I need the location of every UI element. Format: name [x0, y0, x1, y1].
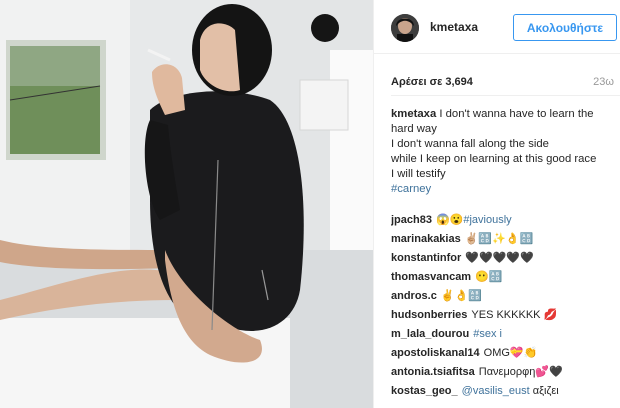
comment-tag[interactable]: #sex i — [473, 328, 502, 340]
comment: kostas_geo_ @vasilis_eust αξιζει — [391, 382, 617, 401]
comment-username[interactable]: apostoliskanal14 — [391, 347, 480, 359]
caption-line: I will testify — [391, 168, 446, 180]
avatar-image — [391, 14, 419, 42]
comment-text: 🖤🖤🖤🖤🖤 — [465, 252, 534, 264]
caption-username[interactable]: kmetaxa — [391, 108, 436, 120]
comment-text: ✌🏼🔠✨👌🔠 — [464, 233, 534, 245]
comment-username[interactable]: jpach83 — [391, 214, 432, 226]
comment-text: αξιζει — [532, 385, 559, 397]
header-username[interactable]: kmetaxa — [430, 20, 478, 34]
likes-count[interactable]: Αρέσει σε 3,694 — [391, 76, 473, 88]
comment-username[interactable]: hudsonberries — [391, 309, 467, 321]
caption-line: I don't wanna fall along the side — [391, 138, 549, 150]
comment: thomasvancam 😶🔠 — [391, 268, 617, 287]
comment: andros.c ✌👌🔠 — [391, 287, 617, 306]
comment: m_lala_dourou #sex i — [391, 325, 617, 344]
caption-line: while I keep on learning at this good ra… — [391, 153, 597, 165]
comment-username[interactable]: thomasvancam — [391, 271, 471, 283]
avatar[interactable] — [391, 14, 419, 42]
follow-button[interactable]: Ακολουθήστε — [513, 14, 617, 41]
post-sidebar: kmetaxa Ακολουθήστε Αρέσει σε 3,694 23ω … — [373, 0, 620, 408]
comment: hudsonberries YES KKKKKK 💋 — [391, 306, 617, 325]
comment-text: YES KKKKKK 💋 — [471, 309, 558, 321]
comment-username[interactable]: andros.c — [391, 290, 437, 302]
comment-username[interactable]: konstantinfor — [391, 252, 461, 264]
comment: apostoliskanal14 OMG💝👏 — [391, 344, 617, 363]
comments-list: jpach83 😱😮#javiously marinakakias ✌🏼🔠✨👌🔠 k… — [391, 211, 617, 401]
comment-username[interactable]: marinakakias — [391, 233, 461, 245]
comment-tag[interactable]: @vasilis_eust — [462, 385, 530, 397]
post-time[interactable]: 23ω — [593, 76, 614, 88]
comment-username[interactable]: antonia.tsiafitsa — [391, 366, 475, 378]
comment: konstantinfor 🖤🖤🖤🖤🖤 — [391, 249, 617, 268]
post-header: kmetaxa Ακολουθήστε — [374, 0, 620, 54]
instagram-post: kmetaxa Ακολουθήστε Αρέσει σε 3,694 23ω … — [0, 0, 620, 408]
comment-username[interactable]: m_lala_dourou — [391, 328, 469, 340]
comment: antonia.tsiafitsa Πανεμορφη💕🖤 — [391, 363, 617, 382]
comment-text: OMG💝👏 — [483, 347, 538, 359]
comment-text: ✌👌🔠 — [440, 290, 482, 302]
comment-text: Πανεμορφη💕🖤 — [478, 366, 563, 378]
comment: marinakakias ✌🏼🔠✨👌🔠 — [391, 230, 617, 249]
comment-username[interactable]: kostas_geo_ — [391, 385, 458, 397]
comment-text: 😶🔠 — [475, 271, 503, 283]
photo-image — [0, 0, 373, 408]
caption-hashtag[interactable]: #carney — [391, 182, 611, 197]
divider — [391, 95, 620, 96]
comment-text: 😱😮 — [435, 214, 464, 226]
comment: jpach83 😱😮#javiously — [391, 211, 617, 230]
post-photo[interactable] — [0, 0, 373, 408]
comment-tag[interactable]: #javiously — [463, 214, 511, 226]
caption: kmetaxa I don't wanna have to learn the … — [391, 107, 611, 197]
